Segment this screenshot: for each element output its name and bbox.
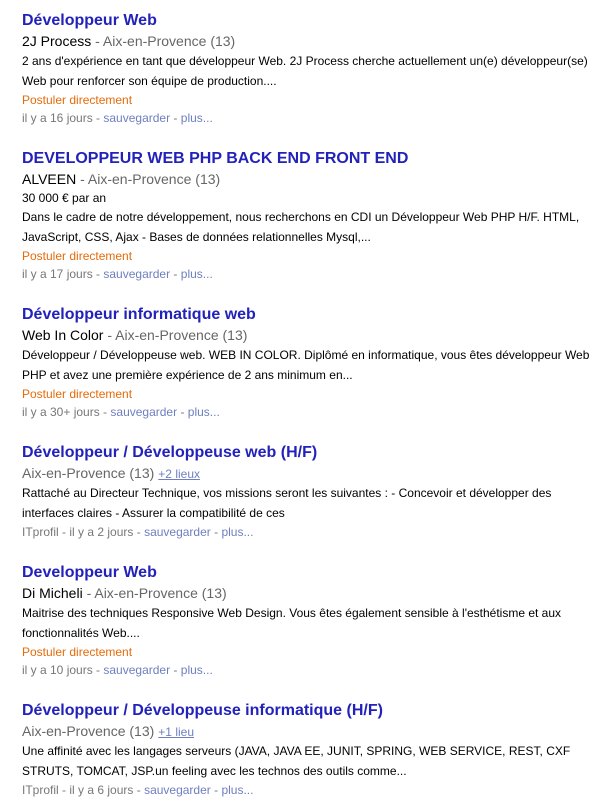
job-salary: 30 000 € par an [22, 191, 107, 205]
job-snippet: Une affinité avec les langages serveurs … [22, 744, 571, 778]
job-footer: il y a 17 jours - sauvegarder - plus... [22, 265, 592, 283]
job-title-link[interactable]: Développeur Web [22, 11, 592, 31]
job-card: Developpeur Web Di Micheli - Aix-en-Prov… [22, 563, 592, 679]
save-job-link[interactable]: sauvegarder [144, 525, 211, 539]
job-title-link[interactable]: Développeur / Développeuse web (H/F) [22, 443, 592, 463]
job-footer: il y a 16 jours - sauvegarder - plus... [22, 109, 592, 127]
separator: - [170, 111, 181, 125]
job-title-link[interactable]: Développeur / Développeuse informatique … [22, 701, 592, 721]
job-location: Aix-en-Provence [94, 585, 198, 601]
location-count: (13) [201, 585, 227, 601]
separator: - [103, 327, 116, 343]
separator: - [170, 267, 181, 281]
location-count: (13) [129, 723, 155, 739]
job-snippet: Maitrise des techniques Responsive Web D… [22, 606, 562, 640]
job-card: Développeur / Développeuse informatique … [22, 701, 592, 799]
more-options-link[interactable]: plus... [221, 525, 253, 539]
job-age: il y a 6 jours [69, 783, 134, 797]
job-title-link[interactable]: Développeur informatique web [22, 305, 592, 325]
job-title-link[interactable]: DEVELOPPEUR WEB PHP BACK END FRONT END [22, 149, 592, 169]
job-location: Aix-en-Provence [22, 465, 126, 481]
more-options-link[interactable]: plus... [181, 111, 213, 125]
save-job-link[interactable]: sauvegarder [110, 405, 177, 419]
separator: - [210, 783, 222, 797]
save-job-link[interactable]: sauvegarder [103, 267, 170, 281]
job-age: il y a 17 jours [22, 267, 93, 281]
job-footer: il y a 30+ jours - sauvegarder - plus... [22, 403, 592, 421]
separator: - [170, 663, 181, 677]
job-results-list: Développeur Web 2J Process - Aix-en-Prov… [0, 0, 602, 803]
more-locations-link[interactable]: +1 lieu [158, 725, 194, 739]
job-snippet: 2 ans d'expérience en tant que développe… [22, 54, 588, 88]
save-job-link[interactable]: sauvegarder [103, 663, 170, 677]
more-options-link[interactable]: plus... [181, 267, 213, 281]
apply-directly-label: Postuler directement [22, 645, 133, 659]
job-meta: Web In Color - Aix-en-Provence (13) [22, 325, 592, 345]
separator: - [92, 663, 104, 677]
separator: - [177, 405, 188, 419]
more-options-link[interactable]: plus... [221, 783, 253, 797]
location-count: (13) [129, 465, 155, 481]
location-count: (13) [210, 33, 236, 49]
job-age: il y a 16 jours [22, 111, 93, 125]
save-job-link[interactable]: sauvegarder [103, 111, 170, 125]
job-meta: Aix-en-Provence (13) +1 lieu [22, 721, 592, 741]
job-snippet: Rattaché au Directeur Technique, vos mis… [22, 486, 552, 520]
separator: - [58, 783, 70, 797]
company-name[interactable]: Web In Color [22, 327, 103, 343]
separator: - [92, 111, 104, 125]
job-location: Aix-en-Provence [87, 171, 192, 187]
more-options-link[interactable]: plus... [188, 405, 220, 419]
job-meta: Di Micheli - Aix-en-Provence (13) [22, 583, 592, 603]
job-age: il y a 10 jours [22, 663, 93, 677]
job-card: Développeur / Développeuse web (H/F) Aix… [22, 443, 592, 541]
job-footer: il y a 10 jours - sauvegarder - plus... [22, 661, 592, 679]
job-snippet: Dans le cadre de notre développement, no… [22, 210, 580, 244]
job-meta: Aix-en-Provence (13) +2 lieux [22, 463, 592, 483]
separator: - [91, 33, 103, 49]
job-meta: ALVEEN - Aix-en-Provence (13) [22, 169, 592, 189]
separator: - [92, 267, 104, 281]
job-source: ITprofil [22, 525, 59, 539]
separator: - [99, 405, 111, 419]
location-count: (13) [195, 171, 221, 187]
job-location: Aix-en-Provence [115, 327, 219, 343]
job-card: Développeur informatique web Web In Colo… [22, 305, 592, 421]
apply-directly-label: Postuler directement [22, 387, 133, 401]
apply-directly-label: Postuler directement [22, 93, 133, 107]
job-meta: 2J Process - Aix-en-Provence (13) [22, 31, 592, 51]
company-name[interactable]: Di Micheli [22, 585, 83, 601]
job-source: ITprofil [22, 783, 59, 797]
job-age: il y a 2 jours [69, 525, 134, 539]
separator: - [76, 171, 88, 187]
more-locations-link[interactable]: +2 lieux [158, 467, 200, 481]
company-name[interactable]: ALVEEN [22, 171, 76, 187]
separator: - [133, 525, 145, 539]
job-footer: ITprofil - il y a 6 jours - sauvegarder … [22, 781, 592, 799]
job-location: Aix-en-Provence [22, 723, 126, 739]
job-snippet: Développeur / Développeuse web. WEB IN C… [22, 348, 590, 382]
location-count: (13) [222, 327, 248, 343]
company-name[interactable]: 2J Process [22, 33, 91, 49]
save-job-link[interactable]: sauvegarder [144, 783, 211, 797]
job-card: Développeur Web 2J Process - Aix-en-Prov… [22, 11, 592, 127]
job-title-link[interactable]: Developpeur Web [22, 563, 592, 583]
job-location: Aix-en-Provence [102, 33, 207, 49]
separator: - [58, 525, 70, 539]
separator: - [210, 525, 222, 539]
job-age: il y a 30+ jours [22, 405, 100, 419]
job-footer: ITprofil - il y a 2 jours - sauvegarder … [22, 523, 592, 541]
separator: - [82, 585, 95, 601]
apply-directly-label: Postuler directement [22, 249, 133, 263]
separator: - [133, 783, 145, 797]
job-card: DEVELOPPEUR WEB PHP BACK END FRONT END A… [22, 149, 592, 283]
more-options-link[interactable]: plus... [181, 663, 213, 677]
